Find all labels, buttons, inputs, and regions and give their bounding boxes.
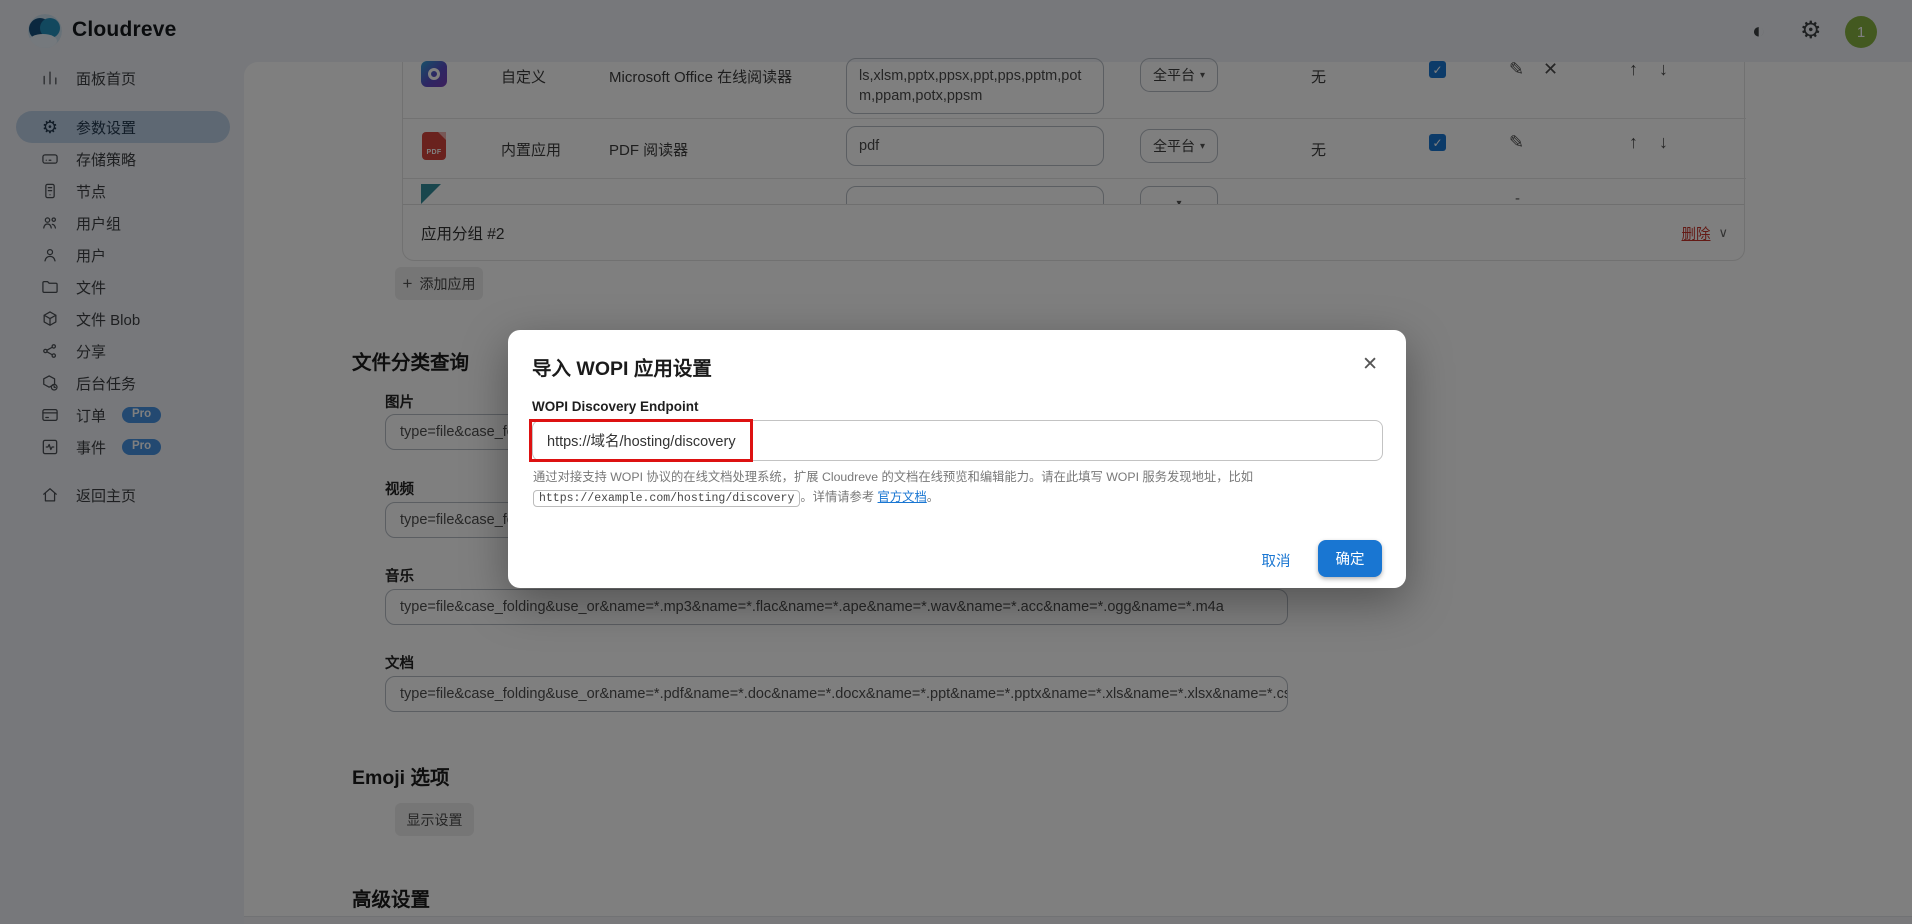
close-icon[interactable]: ✕ [1362, 353, 1378, 376]
dialog-title: 导入 WOPI 应用设置 [532, 352, 712, 381]
cloudreve-admin-screen: Cloudreve ◐ ⚙ 1 面板首页 ⚙ 参数设置 存储策略 节点 用户组 … [0, 0, 1912, 924]
wopi-endpoint-value: https://域名/hosting/discovery [547, 430, 736, 451]
wopi-endpoint-input[interactable]: https://域名/hosting/discovery [532, 420, 1383, 461]
confirm-button[interactable]: 确定 [1318, 540, 1382, 577]
example-url-code: https://example.com/hosting/discovery [533, 490, 800, 507]
cancel-button[interactable]: 取消 [1253, 543, 1299, 577]
wopi-endpoint-label: WOPI Discovery Endpoint [532, 399, 699, 414]
helper-text: 通过对接支持 WOPI 协议的在线文档处理系统，扩展 Cloudreve 的文档… [533, 467, 1293, 509]
official-docs-link[interactable]: 官方文档 [878, 490, 927, 504]
